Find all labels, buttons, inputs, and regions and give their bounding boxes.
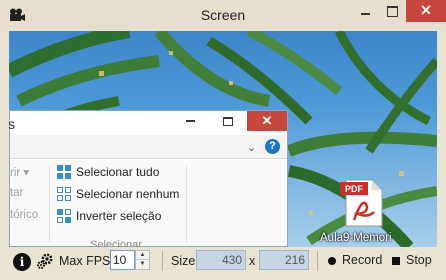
ribbon-divider [49, 166, 50, 242]
explorer-ribbon-tabs: ⌄ ? [10, 135, 287, 159]
spin-down-icon[interactable]: ▼ [136, 260, 149, 269]
explorer-minimize-icon[interactable] [186, 120, 195, 122]
max-fps-label: Max FPS [59, 254, 111, 268]
toolbar-divider [317, 251, 318, 271]
select-none-label: Selecionar nenhum [76, 187, 180, 201]
select-none-icon [57, 187, 71, 201]
record-button[interactable]: Record [342, 253, 382, 267]
size-label: Size [171, 254, 196, 268]
minimize-button[interactable] [352, 0, 379, 22]
explorer-title-bar: s ✕ [9, 111, 287, 135]
record-icon[interactable] [328, 257, 336, 265]
close-button[interactable]: ✕ [406, 0, 446, 22]
ribbon-fragment: tar [10, 187, 24, 199]
bottom-toolbar: i Max FPS 10 ▲ ▼ Size 430 x 216 Record S… [0, 247, 446, 280]
invert-selection-label: Inverter seleção [76, 209, 162, 223]
select-all-icon [57, 165, 71, 179]
info-icon[interactable]: i [13, 253, 31, 271]
pdf-badge: PDF [345, 184, 364, 194]
width-input[interactable]: 430 [196, 250, 246, 270]
stop-icon[interactable] [392, 257, 400, 265]
ribbon-divider [186, 166, 187, 242]
pdf-file-name: Aula9-Memori [320, 232, 392, 244]
ribbon-fragment: tórico [10, 209, 39, 221]
ribbon-fragment: rir ▾ [10, 167, 30, 179]
max-fps-spinner[interactable]: ▲ ▼ [135, 250, 150, 270]
height-input[interactable]: 216 [259, 250, 309, 270]
toolbar-divider [162, 251, 163, 271]
explorer-ribbon: rir ▾ tar tórico Selecionar tudo Selecio… [10, 160, 287, 247]
stop-button[interactable]: Stop [406, 253, 432, 267]
invert-selection-icon [57, 209, 71, 223]
spin-up-icon[interactable]: ▲ [136, 251, 149, 260]
size-separator: x [249, 254, 256, 268]
chevron-down-icon[interactable]: ⌄ [247, 141, 256, 154]
explorer-window: s ✕ ⌄ ? rir ▾ tar tórico Selecionar tudo [9, 110, 288, 247]
max-fps-input[interactable]: 10 [110, 250, 135, 270]
explorer-maximize-icon[interactable] [223, 117, 233, 126]
ribbon-group-label: Selecionar [90, 239, 142, 247]
explorer-title: s [9, 116, 15, 132]
explorer-close-button[interactable]: ✕ [247, 111, 287, 131]
close-icon: ✕ [420, 2, 432, 18]
pdf-file-icon[interactable]: PDF [340, 178, 384, 228]
help-icon[interactable]: ? [265, 139, 280, 154]
capture-preview: s ✕ ⌄ ? rir ▾ tar tórico Selecionar tudo [9, 31, 437, 247]
title-bar: Screen ✕ [0, 0, 446, 31]
maximize-button[interactable] [379, 0, 406, 22]
select-all-label: Selecionar tudo [76, 165, 160, 179]
gear-icon[interactable] [36, 252, 54, 270]
